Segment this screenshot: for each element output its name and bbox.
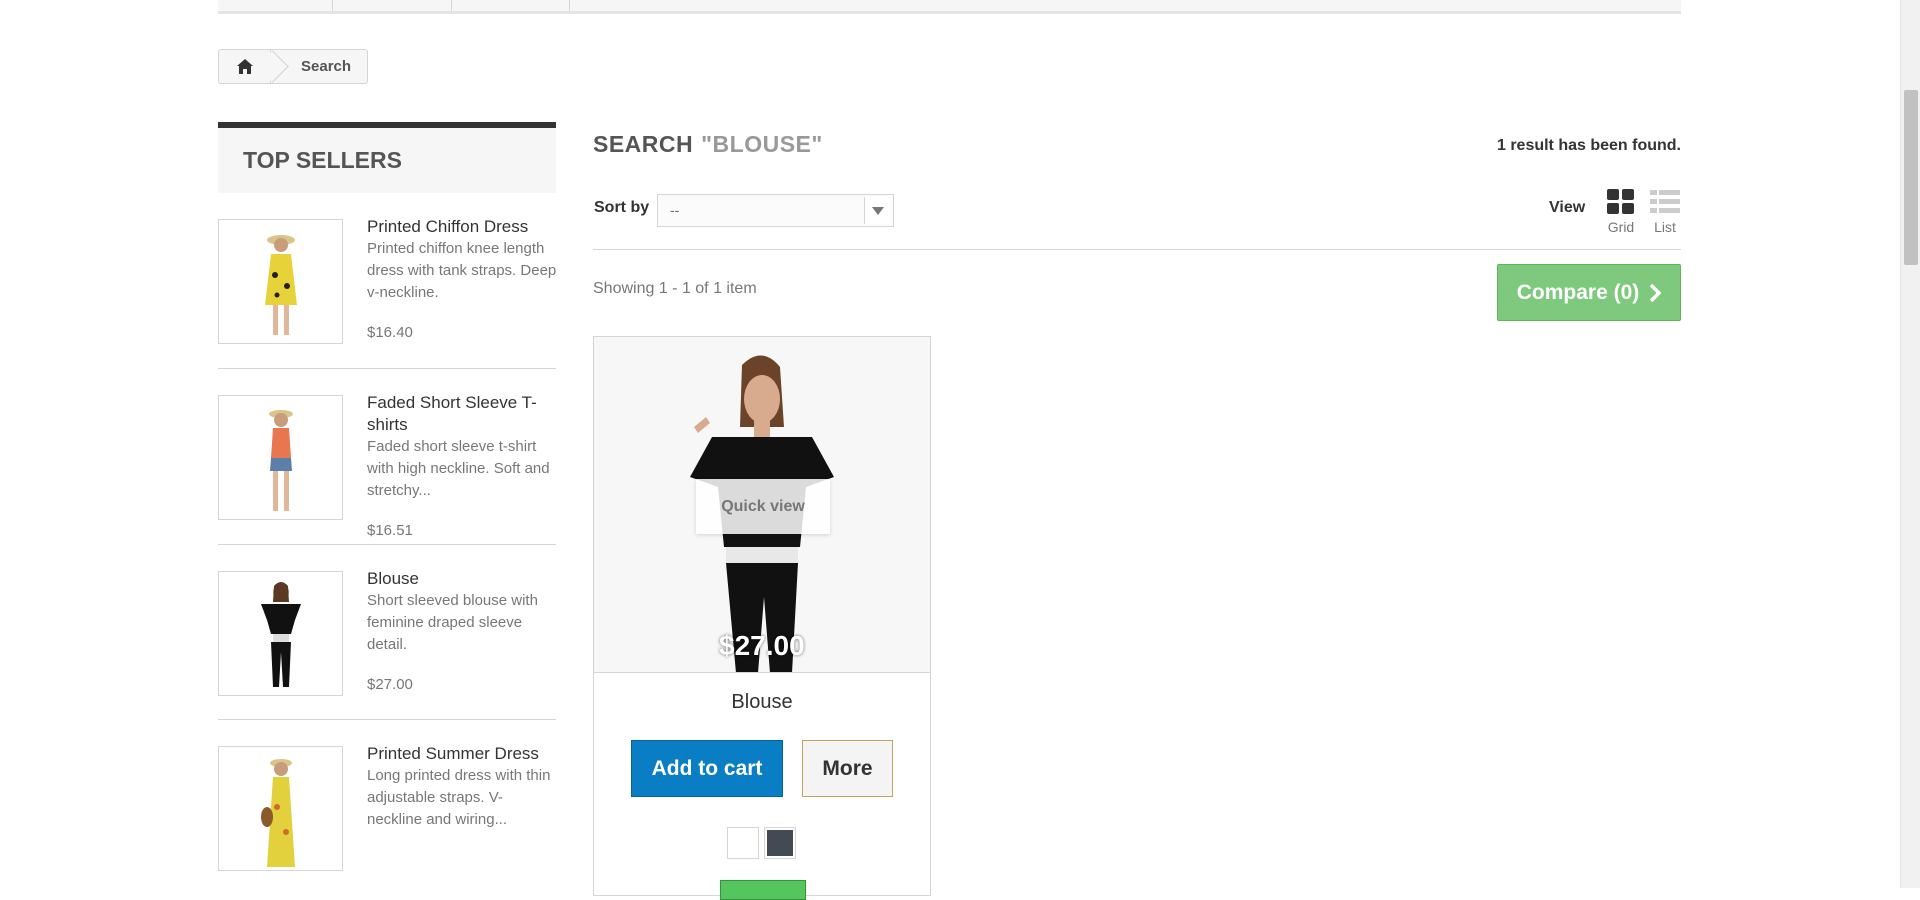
product-description: Long printed dress with thin adjustable … (367, 767, 551, 828)
showing-count: Showing 1 - 1 of 1 item (593, 280, 757, 297)
product-description: Short sleeved blouse with feminine drape… (367, 592, 538, 653)
add-to-cart-button[interactable]: Add to cart (631, 740, 783, 797)
product-price: $16.40 (367, 324, 413, 341)
grid-view-label: Grid (1607, 219, 1635, 235)
page-scrollbar[interactable] (1900, 0, 1920, 888)
product-image-link[interactable]: Quick view $27.00 (594, 337, 930, 673)
divider (593, 249, 1681, 250)
list-view-label: List (1654, 219, 1676, 235)
sort-select-value: -- (670, 202, 680, 218)
menu-divider (332, 0, 333, 11)
product-description: Faded short sleeve t-shirt with high nec… (367, 438, 550, 499)
quick-view-button[interactable]: Quick view (696, 479, 830, 534)
chevron-right-icon (1650, 283, 1662, 302)
color-swatch-white[interactable] (727, 827, 759, 859)
product-image (219, 220, 342, 343)
top-seller-item: Printed Chiffon Dress Printed chiffon kn… (218, 193, 556, 369)
product-thumbnail[interactable] (218, 571, 343, 696)
product-image (219, 572, 342, 695)
product-name-link[interactable]: Blouse (594, 691, 930, 714)
search-query: "BLOUSE" (701, 131, 823, 157)
product-name-link[interactable]: Blouse (367, 568, 557, 590)
scrollbar-thumb[interactable] (1904, 90, 1918, 265)
top-sellers-title: TOP SELLERS (218, 122, 556, 193)
product-image-price: $27.00 (719, 630, 805, 661)
top-seller-item: Printed Summer Dress Long printed dress … (218, 720, 556, 896)
product-image (219, 396, 342, 519)
product-price: $16.51 (367, 522, 413, 539)
product-description: Printed chiffon knee length dress with t… (367, 240, 557, 301)
product-card: Quick view $27.00 Blouse Add to cart Mor… (593, 336, 931, 900)
product-name-link[interactable]: Printed Summer Dress (367, 743, 557, 765)
top-menu (218, 0, 1681, 14)
product-name-link[interactable]: Faded Short Sleeve T-shirts (367, 392, 557, 436)
chevron-down-icon (864, 197, 891, 224)
list-icon (1650, 190, 1680, 213)
top-seller-item: Blouse Short sleeved blouse with feminin… (218, 545, 556, 720)
page-title-text: SEARCH (593, 131, 694, 157)
grid-icon (1607, 189, 1634, 214)
grid-view-button[interactable]: Grid (1606, 189, 1636, 235)
availability-badge (720, 880, 806, 900)
home-icon (236, 59, 253, 74)
menu-divider (569, 0, 570, 11)
product-thumbnail[interactable] (218, 395, 343, 520)
list-view-button[interactable]: List (1650, 189, 1680, 235)
top-seller-item: Faded Short Sleeve T-shirts Faded short … (218, 369, 556, 545)
product-thumbnail[interactable] (218, 746, 343, 871)
breadcrumb-current: Search (271, 50, 367, 83)
product-thumbnail[interactable] (218, 219, 343, 344)
product-name-link[interactable]: Printed Chiffon Dress (367, 216, 557, 238)
top-sellers-block: TOP SELLERS Printed Chiffon Dress Printe… (218, 122, 556, 896)
sort-label: Sort by (594, 199, 650, 216)
result-count: 1 result has been found. (1496, 137, 1681, 154)
compare-button[interactable]: Compare (0) (1497, 264, 1681, 321)
page-title: SEARCH "BLOUSE" (593, 131, 823, 158)
breadcrumb: Search (218, 49, 369, 84)
more-button[interactable]: More (802, 740, 893, 797)
sort-select[interactable]: -- (657, 194, 894, 227)
color-swatch-dark[interactable] (764, 827, 796, 859)
product-price: $27.00 (367, 676, 413, 693)
compare-button-label: Compare (0) (1516, 280, 1640, 304)
view-label: View (1549, 199, 1586, 216)
menu-divider (451, 0, 452, 11)
product-image (219, 747, 342, 870)
